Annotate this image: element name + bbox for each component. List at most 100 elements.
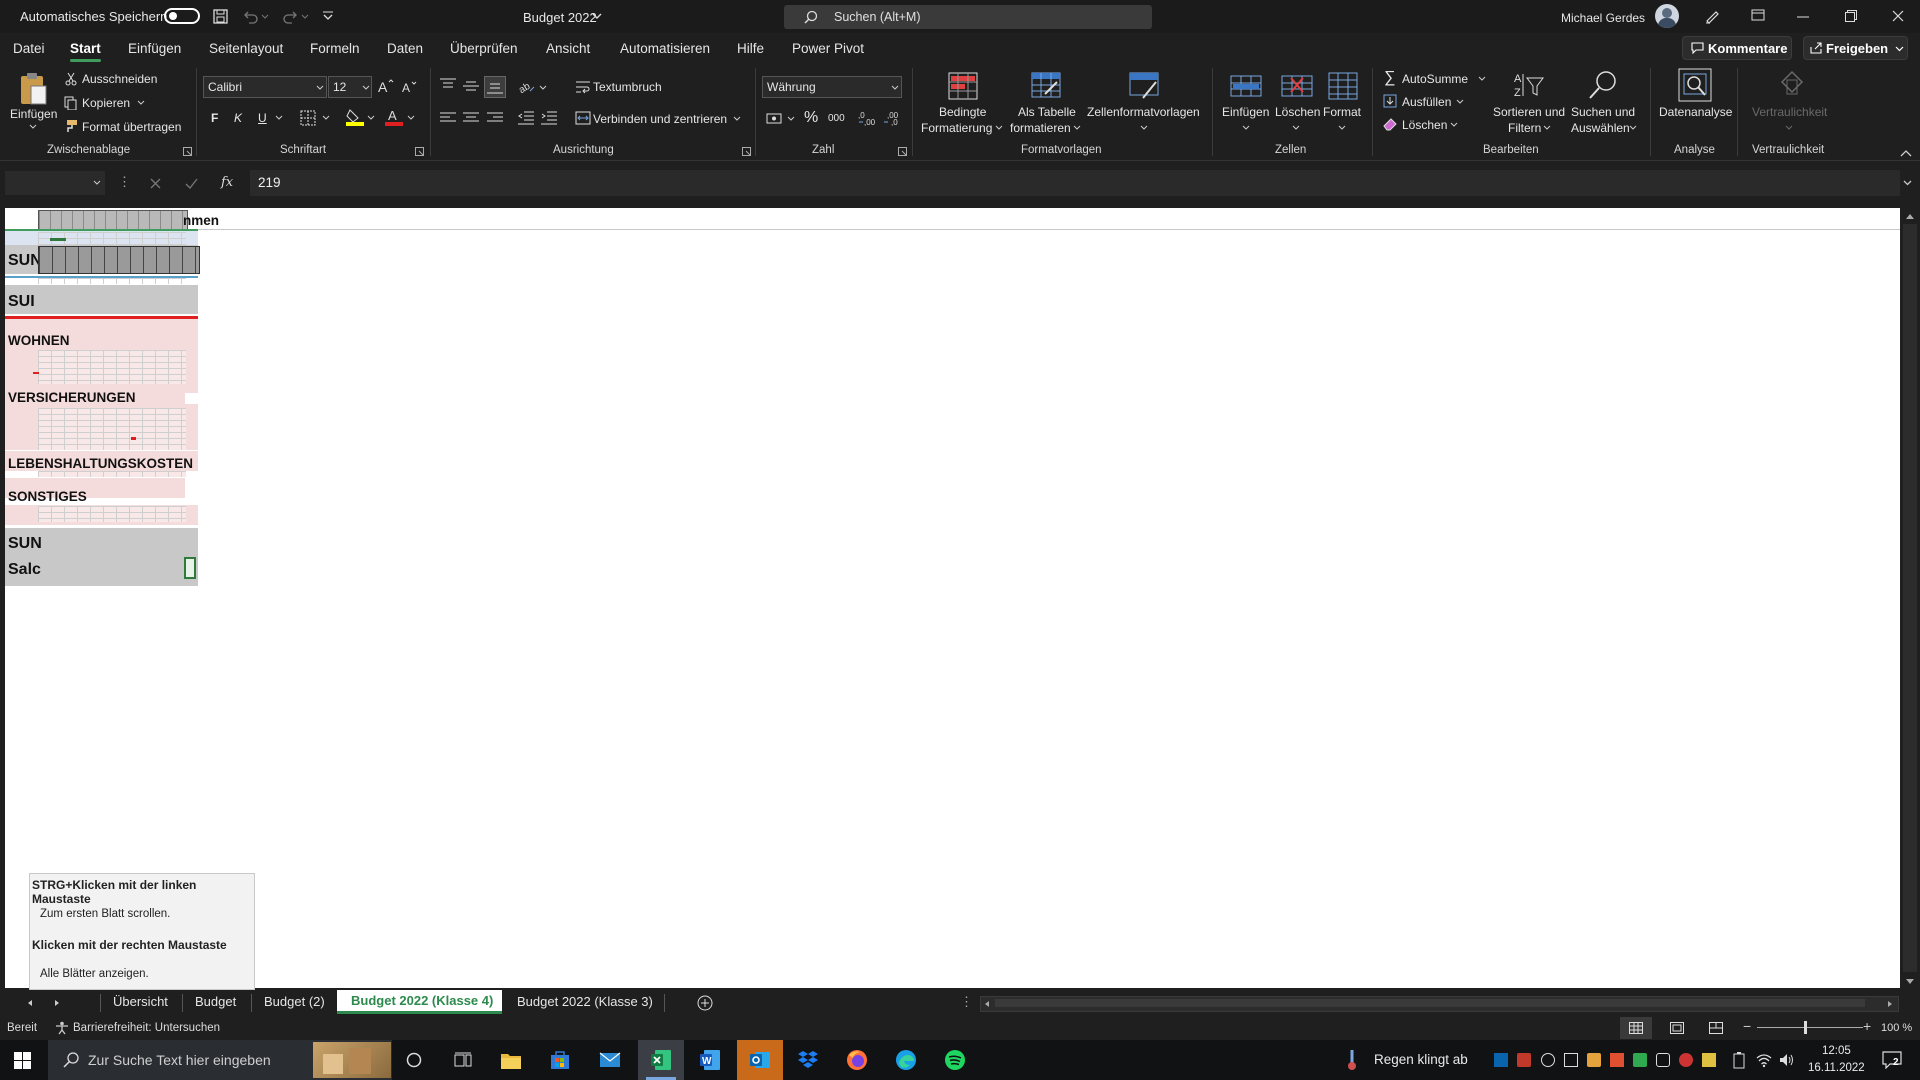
format-painter-button[interactable]: Format übertragen	[82, 120, 181, 134]
user-name[interactable]: Michael Gerdes	[1561, 11, 1645, 25]
delete-cells-icon[interactable]	[1281, 72, 1313, 98]
enter-icon[interactable]	[185, 178, 198, 189]
ribbon-display-icon[interactable]	[1751, 9, 1765, 21]
conditional-formatting-label-1[interactable]: Bedingte	[939, 105, 986, 119]
store-icon[interactable]	[550, 1050, 570, 1070]
conditional-formatting-icon[interactable]	[948, 72, 978, 100]
previous-sheet-icon[interactable]	[27, 999, 33, 1007]
column-headers[interactable]	[38, 210, 188, 231]
tab-start[interactable]: Start	[70, 41, 101, 62]
delete-cells-button[interactable]: Löschen	[1275, 105, 1320, 119]
cell-styles-icon[interactable]	[1129, 72, 1159, 100]
wrap-text-icon[interactable]	[575, 79, 591, 95]
taskbar-search[interactable]: Zur Suche Text hier eingeben	[48, 1040, 392, 1080]
restore-icon[interactable]	[1845, 10, 1857, 22]
file-explorer-icon[interactable]	[500, 1050, 522, 1070]
conditional-formatting-label-2[interactable]: Formatierung	[921, 121, 992, 135]
wrap-text-button[interactable]: Textumbruch	[593, 80, 662, 94]
cancel-icon[interactable]	[150, 178, 161, 189]
insert-function-button[interactable]: fx	[221, 175, 233, 190]
chevron-down-icon[interactable]	[539, 85, 547, 91]
align-middle-icon[interactable]	[463, 80, 479, 92]
zoom-in-button[interactable]: +	[1863, 1018, 1871, 1034]
cell-styles-button[interactable]: Zellenformatvorlagen	[1087, 105, 1200, 119]
weather-icon[interactable]	[1346, 1048, 1358, 1072]
thousands-button[interactable]: 000	[828, 113, 845, 124]
wifi-icon[interactable]	[1756, 1052, 1772, 1068]
chevron-down-icon[interactable]	[1478, 76, 1486, 82]
zoom-slider-thumb[interactable]	[1804, 1021, 1807, 1034]
volume-icon[interactable]	[1779, 1052, 1795, 1068]
tab-ansicht[interactable]: Ansicht	[546, 41, 590, 56]
sensitivity-icon[interactable]	[1776, 68, 1806, 98]
cut-button[interactable]: Ausschneiden	[82, 72, 157, 86]
format-painter-icon[interactable]	[64, 119, 78, 133]
pen-icon[interactable]	[1704, 8, 1720, 24]
data-analysis-button[interactable]: Datenanalyse	[1659, 105, 1732, 119]
bold-button[interactable]: F	[211, 111, 218, 125]
copy-button[interactable]: Kopieren	[82, 96, 130, 110]
tray-outlook-icon[interactable]	[1494, 1053, 1508, 1067]
mail-icon[interactable]	[599, 1051, 621, 1069]
chevron-down-icon[interactable]	[995, 125, 1003, 131]
sort-filter-icon[interactable]: AZ	[1514, 70, 1544, 100]
tab-power-pivot[interactable]: Power Pivot	[792, 41, 864, 56]
avatar[interactable]	[1655, 4, 1679, 28]
chevron-down-icon[interactable]	[592, 13, 602, 21]
notification-center[interactable]: 2	[1882, 1051, 1902, 1069]
more-options-icon[interactable]: ⋮	[118, 174, 131, 190]
tab-automatisieren[interactable]: Automatisieren	[620, 41, 710, 56]
sheet-tab-active[interactable]: Budget 2022 (Klasse 4)	[337, 990, 502, 1014]
chevron-down-icon[interactable]	[1543, 125, 1551, 131]
increase-font-icon[interactable]: A	[378, 78, 394, 94]
sheet-tab-klasse-3[interactable]: Budget 2022 (Klasse 3)	[517, 994, 653, 1009]
format-as-table-icon[interactable]	[1031, 72, 1061, 100]
insert-cells-icon[interactable]	[1230, 72, 1262, 98]
chevron-down-icon[interactable]	[275, 115, 283, 121]
normal-view-button[interactable]	[1620, 1017, 1652, 1039]
excel-taskbar-button[interactable]	[638, 1040, 684, 1080]
clock-date[interactable]: 16.11.2022	[1808, 1062, 1865, 1074]
dialog-launcher-icon[interactable]	[898, 147, 907, 156]
customize-toolbar-icon[interactable]	[322, 11, 334, 21]
dialog-launcher-icon[interactable]	[183, 147, 192, 156]
merge-center-icon[interactable]	[575, 111, 591, 125]
chevron-down-icon[interactable]	[137, 100, 145, 106]
cortana-icon[interactable]	[406, 1052, 422, 1068]
accessibility-icon[interactable]	[55, 1021, 69, 1035]
sheet-tab-uebersicht[interactable]: Übersicht	[113, 994, 168, 1009]
borders-icon[interactable]	[300, 110, 316, 126]
scroll-right-icon[interactable]	[1887, 1000, 1893, 1008]
scroll-left-icon[interactable]	[984, 1000, 990, 1008]
align-center-icon[interactable]	[463, 112, 479, 124]
fill-icon[interactable]	[1383, 94, 1397, 108]
tray-network-icon[interactable]	[1541, 1053, 1555, 1067]
sort-filter-label-1[interactable]: Sortieren und	[1493, 105, 1565, 119]
chevron-down-icon[interactable]	[407, 115, 415, 121]
data-analysis-icon[interactable]	[1678, 68, 1712, 102]
comments-button[interactable]: Kommentare	[1682, 36, 1792, 60]
tab-ueberpruefen[interactable]: Überprüfen	[450, 41, 518, 56]
tab-daten[interactable]: Daten	[387, 41, 423, 56]
fill-button[interactable]: Ausfüllen	[1402, 95, 1451, 109]
minimize-icon[interactable]	[1797, 16, 1809, 18]
chevron-down-icon[interactable]	[322, 115, 330, 121]
format-cells-button[interactable]: Format	[1323, 105, 1361, 119]
fill-color-icon[interactable]	[346, 108, 364, 126]
italic-button[interactable]: K	[234, 111, 242, 125]
tray-usb-icon[interactable]	[1702, 1053, 1716, 1067]
tray-display-icon[interactable]	[1656, 1053, 1670, 1067]
tab-seitenlayout[interactable]: Seitenlayout	[209, 41, 283, 56]
align-right-icon[interactable]	[487, 112, 503, 124]
name-box[interactable]	[5, 171, 105, 195]
firefox-icon[interactable]	[846, 1049, 868, 1071]
chevron-down-icon[interactable]	[1073, 125, 1081, 131]
tray-ccleaner-icon[interactable]	[1610, 1053, 1624, 1067]
scroll-up-icon[interactable]	[1905, 213, 1915, 220]
redo-icon[interactable]	[282, 9, 310, 24]
task-view-icon[interactable]	[454, 1052, 472, 1068]
row-selection[interactable]	[38, 246, 200, 274]
accessibility-check[interactable]: Barrierefreiheit: Untersuchen	[73, 1022, 220, 1034]
chevron-down-icon[interactable]	[316, 85, 324, 91]
find-select-label-2[interactable]: Auswählen	[1571, 121, 1630, 135]
